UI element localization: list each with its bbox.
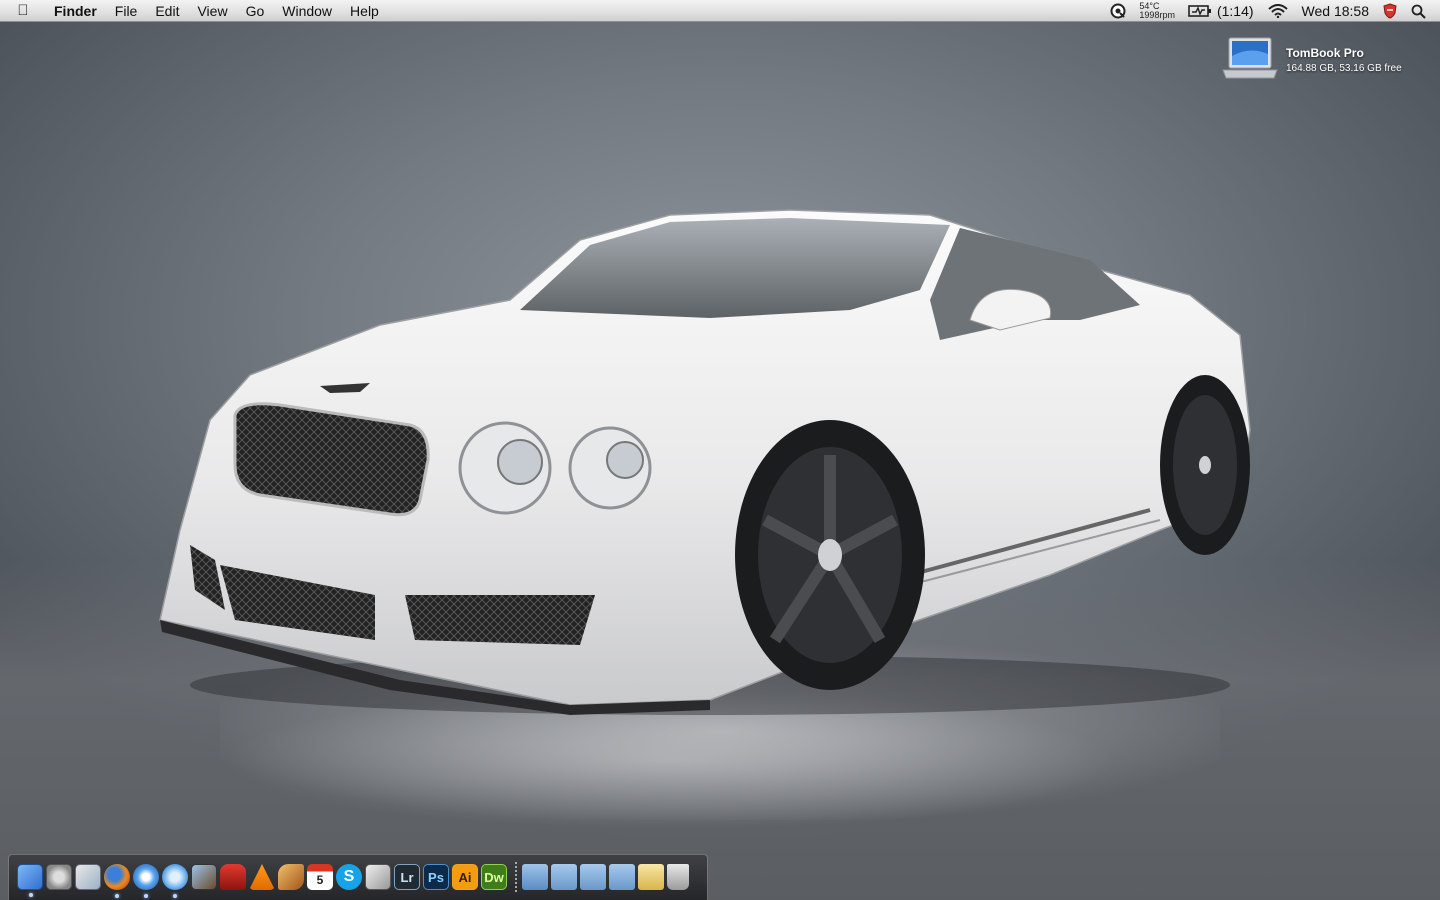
wifi-menu[interactable]	[1261, 0, 1295, 22]
menu-bar:  Finder File Edit View Go Window Help 5…	[0, 0, 1440, 22]
illustrator-icon[interactable]: Ai	[452, 864, 478, 890]
drive-label: TomBook Pro 164.88 GB, 53.16 GB free	[1286, 46, 1402, 74]
menu-go[interactable]: Go	[237, 0, 274, 22]
drive-name: TomBook Pro	[1286, 46, 1364, 60]
app-menu[interactable]: Finder	[46, 0, 106, 22]
finder-icon[interactable]	[17, 864, 43, 897]
menu-file[interactable]: File	[106, 0, 147, 22]
running-indicator	[29, 893, 33, 897]
calendar-icon[interactable]: 5	[307, 864, 333, 890]
skype-icon[interactable]: S	[336, 864, 362, 890]
menu-edit[interactable]: Edit	[146, 0, 188, 22]
dreamweaver-icon[interactable]: Dw	[481, 864, 507, 890]
itunes-icon[interactable]	[162, 864, 188, 898]
quicksilver-icon	[1110, 3, 1126, 19]
firefox-icon[interactable]	[104, 864, 130, 898]
lightroom-icon[interactable]: Lr	[394, 864, 420, 890]
system-preferences-icon[interactable]	[46, 864, 72, 890]
folder-icon[interactable]	[580, 864, 606, 890]
chair-icon[interactable]	[220, 864, 246, 890]
clock[interactable]: Wed 18:58	[1295, 0, 1376, 22]
laptop-drive-icon	[1222, 37, 1278, 79]
dock-items: 5 S Lr Ps Ai Dw	[17, 862, 692, 898]
iphoto-icon[interactable]	[191, 864, 217, 890]
script-icon[interactable]	[365, 864, 391, 890]
running-indicator	[115, 894, 119, 898]
drive-capacity: 164.88 GB, 53.16 GB free	[1286, 63, 1402, 74]
spotlight-menu[interactable]	[1404, 0, 1440, 22]
running-indicator	[173, 894, 177, 898]
safari-icon[interactable]	[133, 864, 159, 898]
menu-help[interactable]: Help	[341, 0, 388, 22]
menu-view[interactable]: View	[188, 0, 236, 22]
applications-folder-icon[interactable]	[522, 864, 548, 890]
battery-time: (1:14)	[1216, 3, 1254, 19]
folder-icon[interactable]	[609, 864, 635, 890]
guitar-icon[interactable]	[278, 864, 304, 890]
running-indicator	[144, 894, 148, 898]
photoshop-icon[interactable]: Ps	[423, 864, 449, 890]
wallpaper-car-image	[159, 209, 1251, 715]
temperature-monitor[interactable]: 54°C 1998rpm	[1133, 2, 1181, 20]
battery-status[interactable]: (1:14)	[1181, 0, 1261, 22]
vlc-icon[interactable]	[249, 864, 275, 890]
apple-menu-icon[interactable]: 	[0, 2, 46, 19]
dock: 5 S Lr Ps Ai Dw	[8, 854, 708, 900]
fan-speed-readout: 1998rpm	[1139, 10, 1175, 20]
spotlight-search-icon	[1411, 4, 1426, 19]
menu-window[interactable]: Window	[273, 0, 341, 22]
open-folder-icon[interactable]	[638, 864, 664, 890]
documents-folder-icon[interactable]	[551, 864, 577, 890]
dock-separator[interactable]	[515, 862, 517, 892]
security-shield-menu[interactable]	[1376, 0, 1404, 22]
desktop-drive-tombook-pro[interactable]: TomBook Pro 164.88 GB, 53.16 GB free	[1222, 36, 1402, 82]
quicksilver-menu[interactable]	[1103, 0, 1133, 22]
desktop	[0, 0, 1440, 900]
photo-icon[interactable]	[75, 864, 101, 890]
battery-charging-icon	[1188, 5, 1211, 17]
wifi-icon	[1267, 4, 1288, 18]
trash-icon[interactable]	[667, 864, 689, 890]
shield-icon	[1383, 3, 1397, 19]
